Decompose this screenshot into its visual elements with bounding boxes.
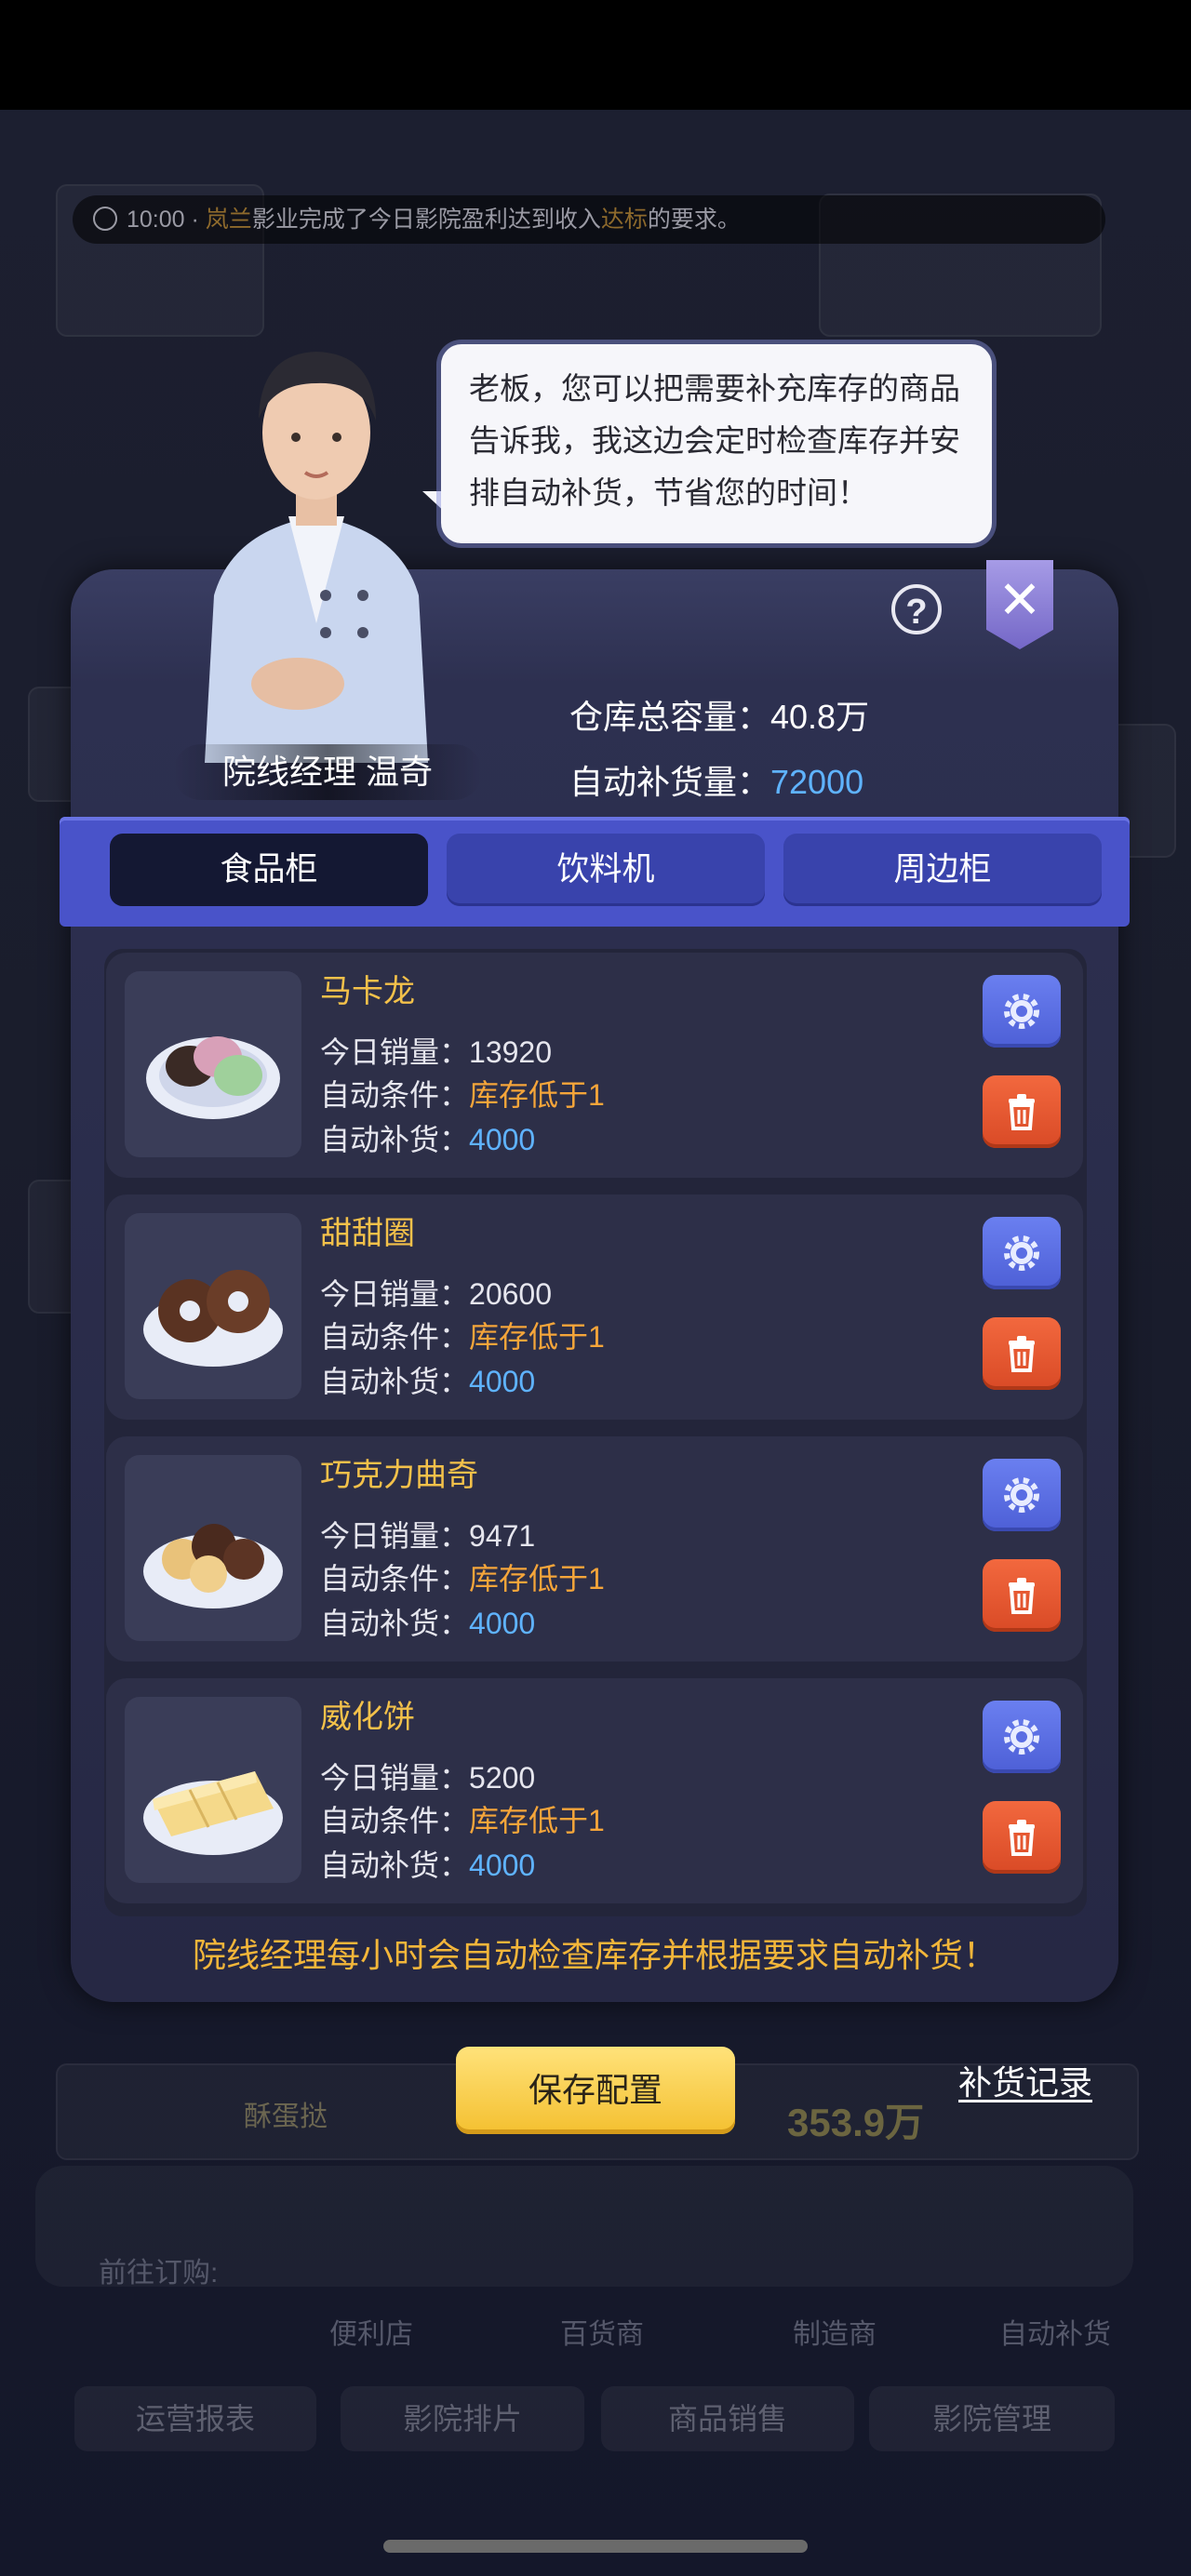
item-condition: 自动条件：库存低于1 — [320, 1078, 605, 1112]
capacity-value: 40.8万 — [770, 698, 870, 736]
auto-refill-value: 72000 — [770, 763, 864, 801]
item-name: 威化饼 — [320, 1700, 415, 1735]
nav-tab-sales[interactable]: 商品销售 — [601, 2386, 854, 2451]
item-image-macaron — [125, 971, 301, 1157]
list-item: 威化饼 今日销量：5200 自动条件：库存低于1 自动补货：4000 — [106, 1678, 1083, 1903]
settings-button[interactable] — [983, 1217, 1061, 1289]
tab-merch-cabinet[interactable]: 周边柜 — [783, 834, 1102, 906]
settings-button[interactable] — [983, 975, 1061, 1048]
manager-name: 院线经理 温奇 — [173, 744, 482, 800]
status-bar — [0, 0, 1191, 110]
item-image-cookie — [125, 1455, 301, 1641]
auto-refill-stat: 自动补货量：72000 — [569, 763, 864, 801]
item-name: 甜甜圈 — [320, 1216, 415, 1251]
settings-button[interactable] — [983, 1701, 1061, 1773]
shop-auto-refill[interactable]: 自动补货 — [999, 2311, 1111, 2352]
manager-avatar — [205, 352, 428, 763]
trash-icon — [1009, 1820, 1035, 1856]
list-item: 巧克力曲奇 今日销量：9471 自动条件：库存低于1 自动补货：4000 — [106, 1436, 1083, 1662]
trash-icon — [1009, 1094, 1035, 1130]
shop-convenience[interactable]: 便利店 — [329, 2311, 413, 2352]
capacity-stat: 仓库总容量：40.8万 — [569, 698, 870, 736]
item-condition: 自动条件：库存低于1 — [320, 1562, 605, 1595]
item-sales: 今日销量：9471 — [320, 1519, 536, 1553]
help-icon[interactable]: ? — [891, 584, 942, 634]
save-config-button[interactable]: 保存配置 — [456, 2047, 735, 2134]
news-ticker: 10:00 · 岚兰影业完成了今日影院盈利达到收入达标的要求。 — [73, 195, 1105, 244]
item-condition: 自动条件：库存低于1 — [320, 1320, 605, 1354]
item-sales: 今日销量：20600 — [320, 1277, 552, 1311]
delete-button[interactable] — [983, 1801, 1061, 1874]
item-condition: 自动条件：库存低于1 — [320, 1804, 605, 1837]
settings-button[interactable] — [983, 1459, 1061, 1531]
trash-icon — [1009, 1578, 1035, 1614]
gear-icon — [1004, 994, 1039, 1029]
goto-order-label: 前往订购: — [99, 2258, 219, 2289]
item-sales: 今日销量：5200 — [320, 1761, 536, 1795]
gear-icon — [1004, 1235, 1039, 1271]
gear-icon — [1004, 1719, 1039, 1755]
list-item: 甜甜圈 今日销量：20600 自动条件：库存低于1 自动补货：4000 — [106, 1195, 1083, 1420]
delete-button[interactable] — [983, 1075, 1061, 1148]
clock-icon — [93, 207, 117, 231]
item-refill: 自动补货：4000 — [320, 1123, 536, 1156]
nav-tab-reports[interactable]: 运营报表 — [74, 2386, 316, 2451]
item-image-wafer — [125, 1697, 301, 1883]
item-name: 巧克力曲奇 — [320, 1458, 478, 1493]
item-sales: 今日销量：13920 — [320, 1035, 552, 1069]
bubble-text: 老板，您可以把需要补充库存的商品告诉我，我这边会定时检查库存并安排自动补货，节省… — [469, 371, 960, 510]
bg-amount: 353.9万 — [787, 2101, 925, 2144]
tab-food-cabinet[interactable]: 食品柜 — [110, 834, 428, 906]
item-refill: 自动补货：4000 — [320, 1849, 536, 1882]
delete-button[interactable] — [983, 1317, 1061, 1390]
refill-record-link[interactable]: 补货记录 — [958, 2056, 1092, 2104]
shop-manufacturer[interactable]: 制造商 — [793, 2311, 877, 2352]
nav-tab-management[interactable]: 影院管理 — [869, 2386, 1115, 2451]
item-name: 马卡龙 — [320, 974, 415, 1009]
gear-icon — [1004, 1477, 1039, 1513]
nav-tab-schedule[interactable]: 影院排片 — [341, 2386, 584, 2451]
close-icon: ✕ — [997, 570, 1042, 629]
home-indicator[interactable] — [383, 2540, 808, 2553]
speech-bubble: 老板，您可以把需要补充库存的商品告诉我，我这边会定时检查库存并安排自动补货，节省… — [441, 344, 992, 543]
item-refill: 自动补货：4000 — [320, 1607, 536, 1640]
bg-item-label: 酥蛋挞 — [244, 2102, 328, 2132]
item-refill: 自动补货：4000 — [320, 1365, 536, 1398]
tab-drink-machine[interactable]: 饮料机 — [447, 834, 765, 906]
delete-button[interactable] — [983, 1559, 1061, 1632]
item-image-donut — [125, 1213, 301, 1399]
footer-note: 院线经理每小时会自动检查库存并根据要求自动补货！ — [192, 1936, 997, 1974]
shop-department[interactable]: 百货商 — [560, 2311, 644, 2352]
list-item: 马卡龙 今日销量：13920 自动条件：库存低于1 自动补货：4000 — [106, 953, 1083, 1178]
trash-icon — [1009, 1336, 1035, 1372]
